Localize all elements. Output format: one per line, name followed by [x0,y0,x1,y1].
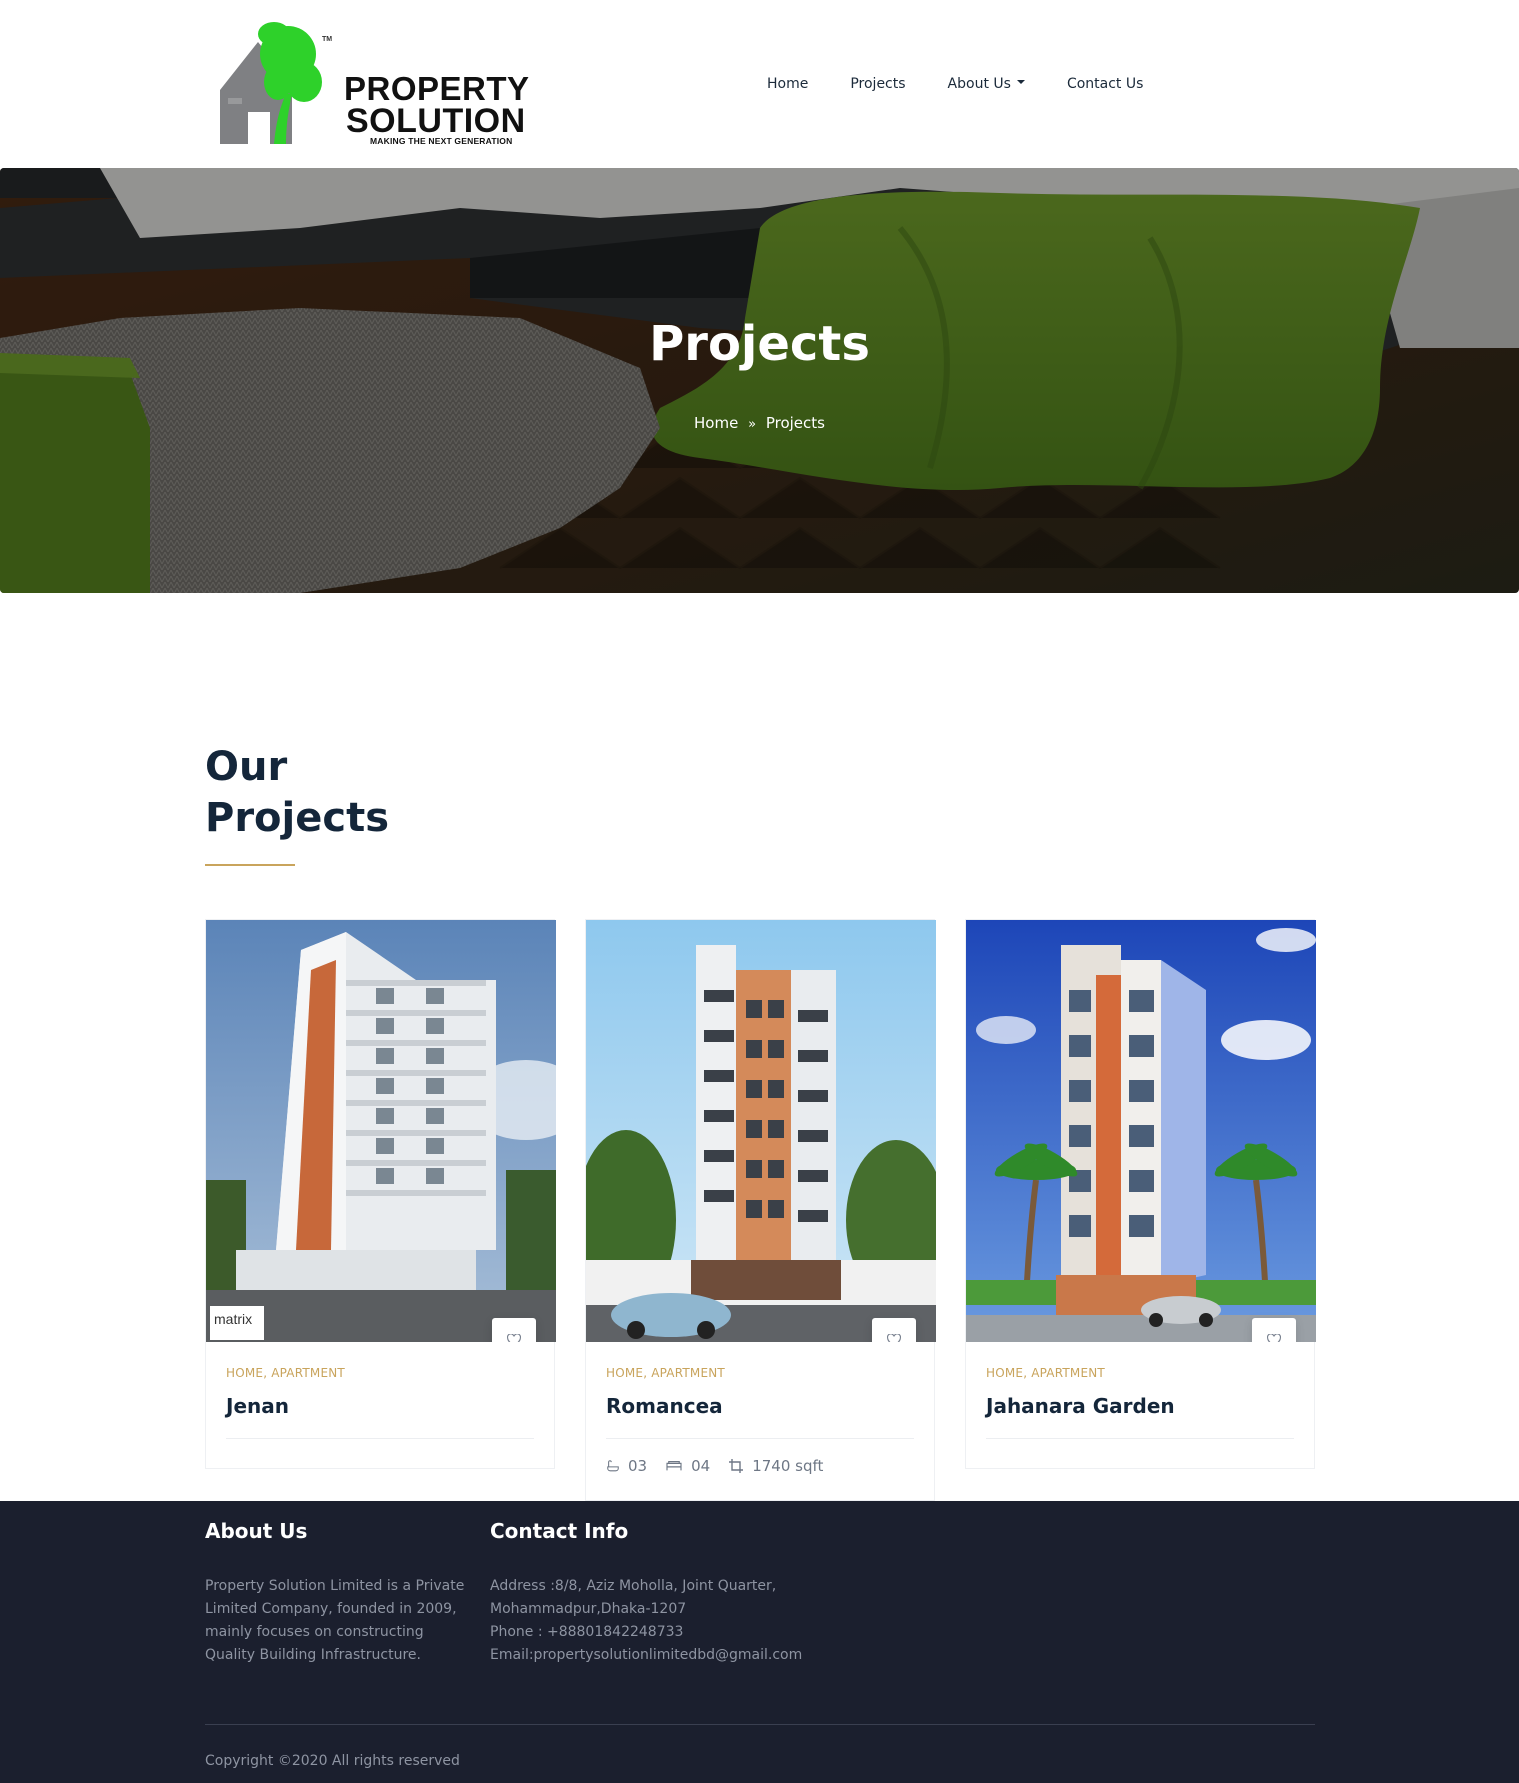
svg-text:matrix: matrix [214,1311,252,1327]
footer-contact-info: Address :8/8, Aziz Moholla, Joint Quarte… [490,1575,802,1667]
project-category: HOME, APARTMENT [606,1366,725,1380]
company-logo[interactable]: TM PROPERTY SOLUTION MAKING THE NEXT GEN… [218,12,538,147]
hero-background-image [0,168,1519,593]
baths-count: 03 [628,1457,648,1475]
project-image[interactable] [966,920,1316,1342]
section-title-line2: Projects [205,795,390,841]
project-features: 03 04 1740 sqft [606,1457,934,1475]
nav-projects-label: Projects [850,76,906,92]
section-title-underline [205,864,295,866]
heart-icon [1267,1333,1281,1342]
caret-down-icon [1016,80,1025,84]
project-image[interactable] [586,920,936,1342]
house-tree-logo-icon [220,22,322,144]
footer-phone: Phone : +88801842248733 [490,1624,684,1640]
building-photo: matrix [206,920,556,1342]
project-name[interactable]: Romancea [606,1394,934,1418]
beds-count: 04 [691,1457,711,1475]
logo-name-line2: SOLUTION [346,102,526,140]
section-title-line1: Our [205,744,288,790]
project-category: HOME, APARTMENT [986,1366,1105,1380]
building-photo [586,920,936,1342]
site-header: TM PROPERTY SOLUTION MAKING THE NEXT GEN… [0,0,1519,168]
project-card-romancea[interactable]: HOME, APARTMENT Romancea 03 04 1740 sqft [585,919,936,1501]
bed-icon [666,1461,682,1471]
nav-home[interactable]: Home [746,72,829,96]
project-name[interactable]: Jahanara Garden [986,1394,1314,1418]
area-crop-icon [729,1459,744,1473]
favorite-button[interactable] [872,1318,916,1342]
main-nav: Home Projects About Us Contact Us [746,72,1164,96]
nav-contact-label: Contact Us [1066,76,1144,92]
trademark-mark: TM [322,36,333,43]
card-divider [606,1438,914,1439]
favorite-button[interactable] [492,1318,536,1342]
logo-name-line1: PROPERTY [344,70,530,107]
card-divider [226,1438,534,1439]
project-category: HOME, APARTMENT [226,1366,345,1380]
nav-about-label: About Us [947,76,1011,92]
project-image[interactable]: matrix [206,920,556,1342]
footer-divider [205,1724,1315,1725]
project-card-jenan[interactable]: matrix HOME, APARTMENT Jenan [205,919,556,1469]
baths-feature: 03 [606,1457,647,1475]
area-feature: 1740 sqft [728,1457,823,1475]
hero-title: Projects [649,316,870,372]
bathtub-icon [607,1460,619,1472]
card-divider [986,1438,1294,1439]
beds-feature: 04 [665,1457,710,1475]
breadcrumb-current: Projects [765,414,825,432]
double-chevron-right-icon: » [748,417,757,432]
breadcrumb-home-link[interactable]: Home [694,414,738,432]
project-name[interactable]: Jenan [226,1394,554,1418]
footer-contact-heading: Contact Info [490,1519,629,1543]
logo-tagline: MAKING THE NEXT GENERATION [370,136,513,146]
nav-home-label: Home [767,76,809,92]
page-hero-banner: Projects Home » Projects [0,168,1519,593]
favorite-button[interactable] [1252,1318,1296,1342]
footer-copyright: Copyright ©2020 All rights reserved [205,1753,460,1769]
nav-contact[interactable]: Contact Us [1046,72,1164,96]
nav-projects[interactable]: Projects [829,72,926,96]
footer-about-heading: About Us [205,1519,308,1543]
heart-icon [887,1333,901,1342]
project-card-jahanara-garden[interactable]: HOME, APARTMENT Jahanara Garden [965,919,1316,1469]
section-title: Our Projects [205,742,505,844]
footer-email[interactable]: Email:propertysolutionlimitedbd@gmail.co… [490,1644,802,1667]
nav-about-dropdown[interactable]: About Us [927,72,1046,96]
building-photo [966,920,1316,1342]
footer-about-text: Property Solution Limited is a Private L… [205,1578,465,1663]
heart-icon [507,1333,521,1342]
breadcrumb: Home » Projects [0,414,1519,432]
area-size: 1740 sqft [752,1457,824,1475]
footer-address: Address :8/8, Aziz Moholla, Joint Quarte… [490,1578,777,1617]
